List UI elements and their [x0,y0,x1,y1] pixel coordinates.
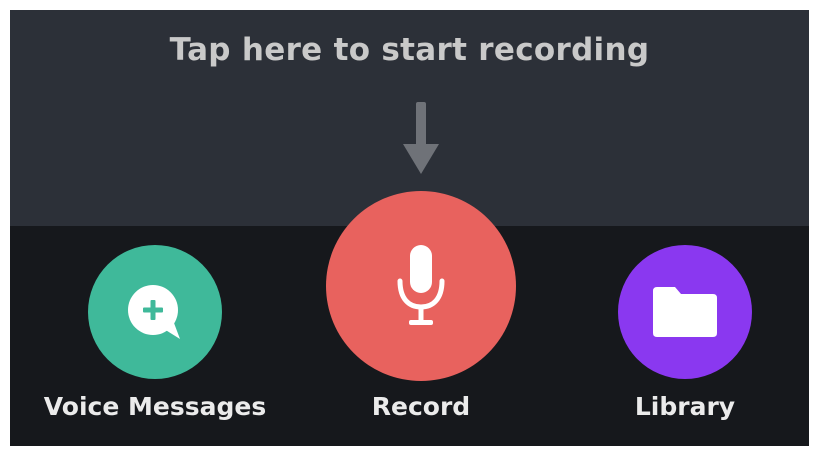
recording-hint-text: Tap here to start recording [169,32,650,68]
voice-messages-button[interactable] [88,245,222,379]
recorder-screen: Tap here to start recording Voice Messag… [10,10,809,446]
down-arrow-icon [403,102,439,174]
library-button[interactable] [618,245,752,379]
microphone-icon [397,245,445,325]
folder-icon [653,287,717,337]
chat-bubble-plus-icon [128,285,180,339]
library-label: Library [634,392,736,421]
record-label: Record [371,392,471,421]
record-button[interactable] [326,191,516,381]
voice-messages-label: Voice Messages [43,392,267,421]
